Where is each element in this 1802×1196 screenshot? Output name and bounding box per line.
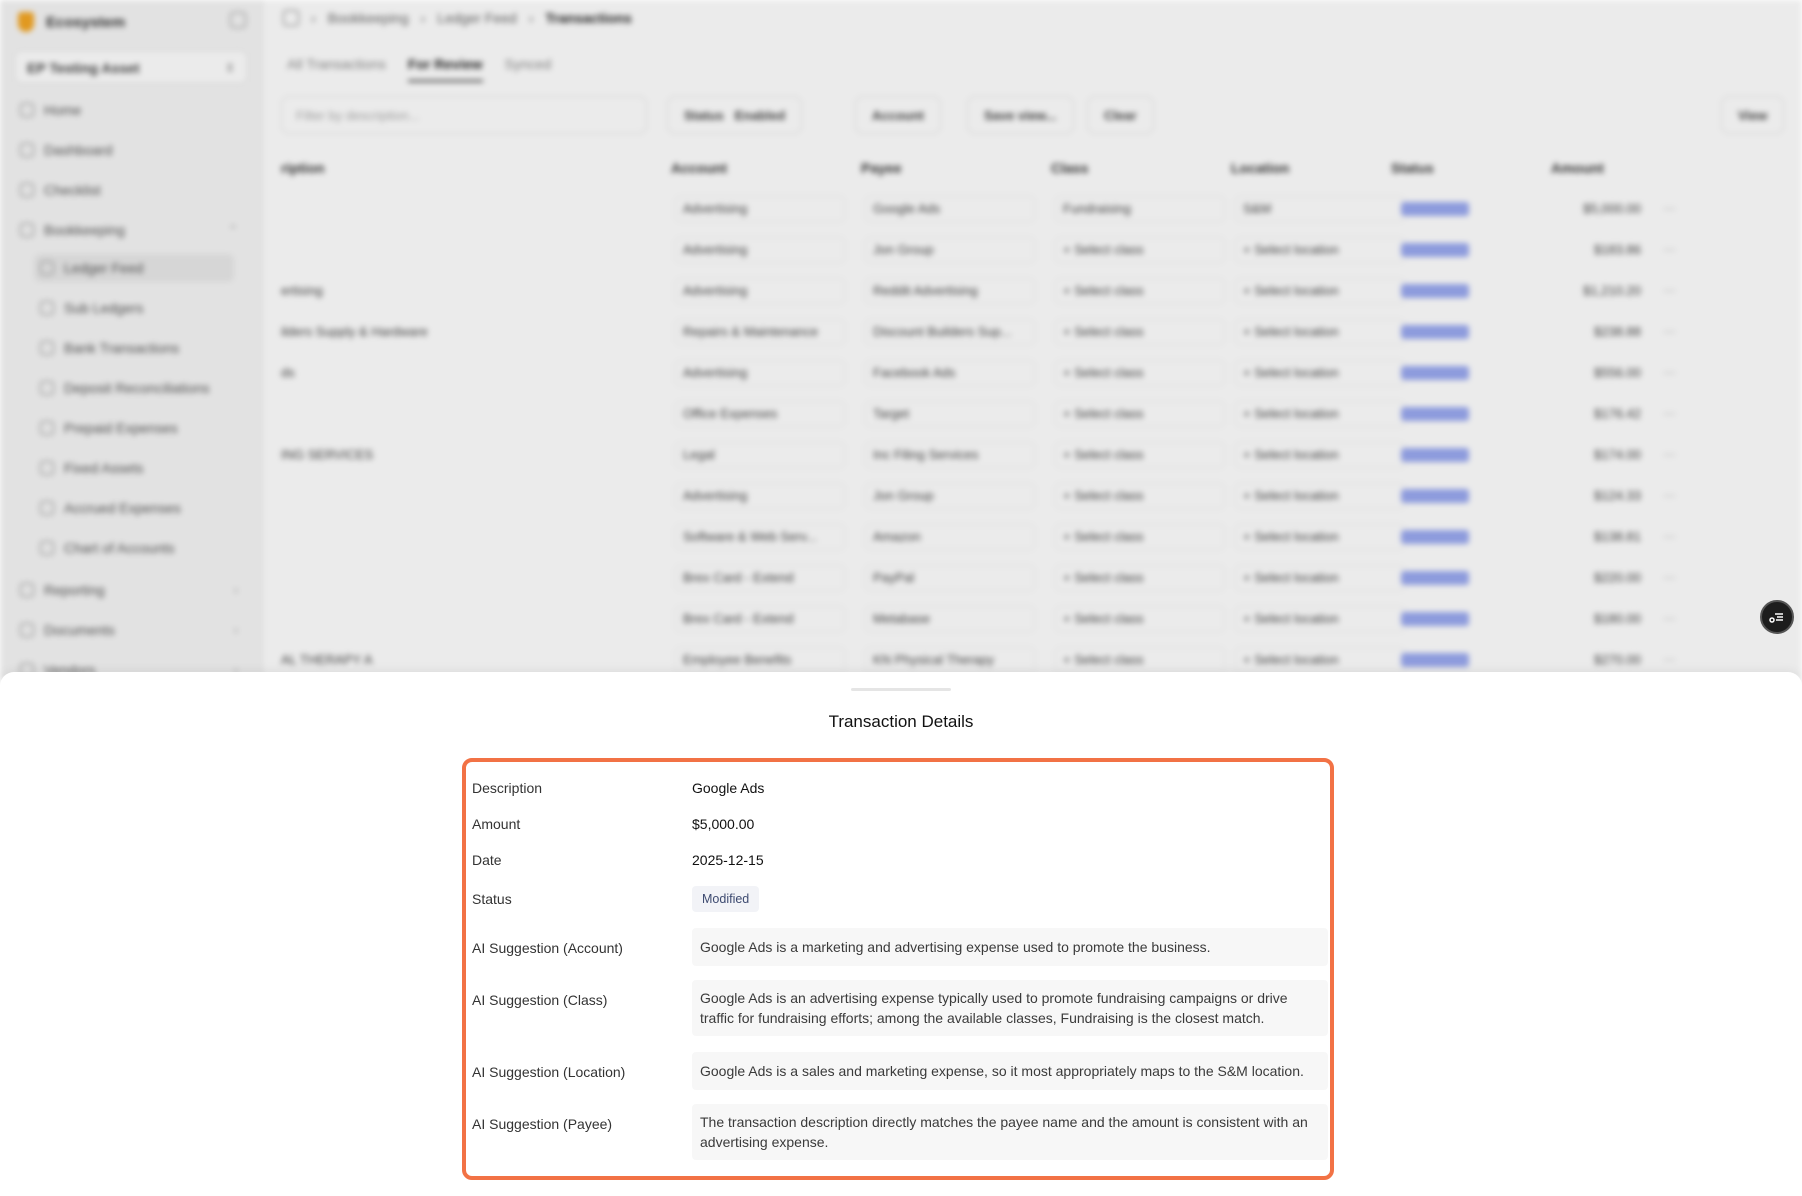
status-label: Status xyxy=(472,891,512,907)
transaction-details-panel: Description Google Ads Amount $5,000.00 … xyxy=(462,758,1334,1180)
description-value: Google Ads xyxy=(692,780,765,796)
ai-suggestion-location-text: Google Ads is a sales and marketing expe… xyxy=(692,1052,1328,1090)
ai-suggestion-location-label: AI Suggestion (Location) xyxy=(472,1064,626,1080)
ai-suggestion-payee-text: The transaction description directly mat… xyxy=(692,1104,1328,1160)
description-label: Description xyxy=(472,780,543,796)
background-app: Ecosystem EP Testing Asset ⇕ Home Dashbo… xyxy=(0,0,1802,680)
ai-suggestion-account-text: Google Ads is a marketing and advertisin… xyxy=(692,928,1328,966)
drawer-title: Transaction Details xyxy=(828,712,974,731)
status-badge: Modified xyxy=(692,886,760,912)
amount-value: $5,000.00 xyxy=(692,816,755,832)
date-label: Date xyxy=(472,852,502,868)
quick-actions-button[interactable] xyxy=(1760,600,1794,634)
ai-suggestion-class-label: AI Suggestion (Class) xyxy=(472,992,608,1008)
ai-suggestion-payee-label: AI Suggestion (Payee) xyxy=(472,1116,613,1132)
menu-list-icon xyxy=(1769,613,1783,623)
amount-label: Amount xyxy=(472,816,521,832)
transaction-details-drawer: Transaction Details Description Google A… xyxy=(0,672,1802,1196)
ai-suggestion-class-text: Google Ads is an advertising expense typ… xyxy=(692,980,1328,1036)
ai-suggestion-account-label: AI Suggestion (Account) xyxy=(472,940,623,956)
date-value: 2025-12-15 xyxy=(692,852,764,868)
drawer-drag-handle[interactable] xyxy=(851,688,951,691)
modal-backdrop[interactable] xyxy=(0,0,1802,680)
